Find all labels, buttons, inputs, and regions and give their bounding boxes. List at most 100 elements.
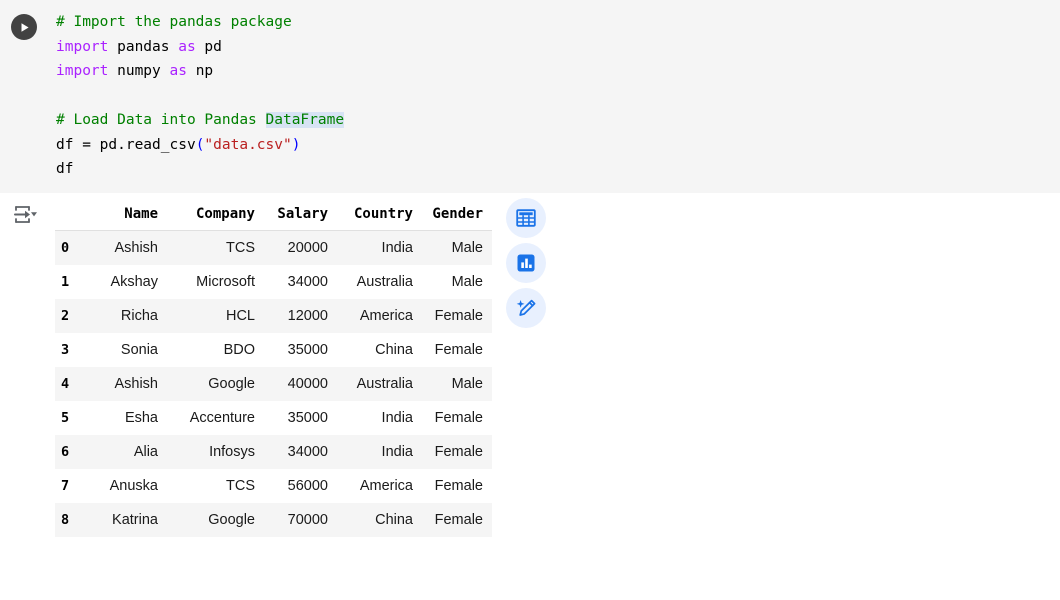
suggest-charts-button[interactable] <box>506 243 546 283</box>
cell-company: TCS <box>167 469 264 503</box>
code-token: df <box>56 161 73 177</box>
cell-name: Akshay <box>91 265 167 299</box>
cell-country: America <box>337 299 422 333</box>
cell-salary: 20000 <box>264 231 337 266</box>
cell-country: India <box>337 435 422 469</box>
cell-company: Infosys <box>167 435 264 469</box>
cell-company: HCL <box>167 299 264 333</box>
table-row: 0AshishTCS20000IndiaMale <box>55 231 492 266</box>
cell-company: Microsoft <box>167 265 264 299</box>
dataframe-table: Name Company Salary Country Gender 0Ashi… <box>55 200 492 537</box>
column-header-gender: Gender <box>422 200 492 231</box>
row-index-cell: 1 <box>55 265 91 299</box>
cell-country: China <box>337 333 422 367</box>
table-row: 8KatrinaGoogle70000ChinaFemale <box>55 503 492 537</box>
code-editor[interactable]: # Import the pandas package import pandas… <box>56 10 1050 182</box>
row-index-cell: 8 <box>55 503 91 537</box>
dataframe-output: Name Company Salary Country Gender 0Ashi… <box>55 200 492 537</box>
cell-country: Australia <box>337 367 422 401</box>
code-token: # Load Data into Pandas <box>56 112 266 128</box>
table-row: 2RichaHCL12000AmericaFemale <box>55 299 492 333</box>
code-token: df = pd.read_csv <box>56 137 196 153</box>
generate-code-with-ai-button[interactable] <box>506 288 546 328</box>
cell-country: India <box>337 401 422 435</box>
cell-salary: 34000 <box>264 435 337 469</box>
cell-name: Richa <box>91 299 167 333</box>
table-row: 6AliaInfosys34000IndiaFemale <box>55 435 492 469</box>
row-index-cell: 0 <box>55 231 91 266</box>
code-line <box>56 84 1050 109</box>
row-index-cell: 6 <box>55 435 91 469</box>
cell-salary: 34000 <box>264 265 337 299</box>
cell-name: Ashish <box>91 231 167 266</box>
table-row: 5EshaAccenture35000IndiaFemale <box>55 401 492 435</box>
code-line: import numpy as np <box>56 59 1050 84</box>
row-index-cell: 7 <box>55 469 91 503</box>
table-row: 4AshishGoogle40000AustraliaMale <box>55 367 492 401</box>
cell-salary: 12000 <box>264 299 337 333</box>
code-token: import <box>56 63 108 79</box>
column-header-country: Country <box>337 200 422 231</box>
table-row: 7AnuskaTCS56000AmericaFemale <box>55 469 492 503</box>
cell-salary: 35000 <box>264 333 337 367</box>
cell-country: India <box>337 231 422 266</box>
dataframe-header-row: Name Company Salary Country Gender <box>55 200 492 231</box>
code-line: # Import the pandas package <box>56 10 1050 35</box>
cell-salary: 35000 <box>264 401 337 435</box>
row-index-cell: 2 <box>55 299 91 333</box>
cell-gender: Female <box>422 435 492 469</box>
cell-name: Katrina <box>91 503 167 537</box>
cell-salary: 40000 <box>264 367 337 401</box>
code-cell: # Import the pandas package import pandas… <box>0 0 1060 193</box>
code-token: numpy <box>108 63 169 79</box>
cell-gender: Female <box>422 469 492 503</box>
cell-salary: 70000 <box>264 503 337 537</box>
cell-country: Australia <box>337 265 422 299</box>
column-header-salary: Salary <box>264 200 337 231</box>
cell-salary: 56000 <box>264 469 337 503</box>
view-interactive-table-button[interactable] <box>506 198 546 238</box>
cell-company: Google <box>167 503 264 537</box>
output-toggle-icon[interactable] <box>12 204 38 228</box>
cell-gender: Female <box>422 333 492 367</box>
code-token: # Import the pandas package <box>56 14 292 30</box>
column-header-company: Company <box>167 200 264 231</box>
cell-country: America <box>337 469 422 503</box>
cell-gender: Female <box>422 299 492 333</box>
cell-gender: Female <box>422 503 492 537</box>
code-line: df <box>56 157 1050 182</box>
code-token: import <box>56 39 108 55</box>
dataframe-body: 0AshishTCS20000IndiaMale1AkshayMicrosoft… <box>55 231 492 538</box>
code-token: "data.csv" <box>204 137 291 153</box>
row-index-cell: 3 <box>55 333 91 367</box>
code-token: pd <box>196 39 222 55</box>
run-cell-button[interactable] <box>11 14 37 40</box>
table-row: 3SoniaBDO35000ChinaFemale <box>55 333 492 367</box>
cell-output: Name Company Salary Country Gender 0Ashi… <box>0 193 1060 600</box>
dataframe-head: Name Company Salary Country Gender <box>55 200 492 231</box>
cell-name: Anuska <box>91 469 167 503</box>
code-line: # Load Data into Pandas DataFrame <box>56 108 1050 133</box>
cell-name: Esha <box>91 401 167 435</box>
column-header-index <box>55 200 91 231</box>
output-action-buttons <box>506 198 548 333</box>
code-line: import pandas as pd <box>56 35 1050 60</box>
table-row: 1AkshayMicrosoft34000AustraliaMale <box>55 265 492 299</box>
cell-gender: Male <box>422 265 492 299</box>
cell-gender: Male <box>422 231 492 266</box>
cell-gender: Male <box>422 367 492 401</box>
cell-company: BDO <box>167 333 264 367</box>
code-token: ) <box>292 137 301 153</box>
column-header-name: Name <box>91 200 167 231</box>
cell-name: Ashish <box>91 367 167 401</box>
row-index-cell: 4 <box>55 367 91 401</box>
code-token: as <box>178 39 195 55</box>
code-token: as <box>170 63 187 79</box>
cell-name: Sonia <box>91 333 167 367</box>
row-index-cell: 5 <box>55 401 91 435</box>
cell-country: China <box>337 503 422 537</box>
cell-gender: Female <box>422 401 492 435</box>
code-token: np <box>187 63 213 79</box>
cell-company: Google <box>167 367 264 401</box>
colab-notebook-cell: # Import the pandas package import pandas… <box>0 0 1060 600</box>
